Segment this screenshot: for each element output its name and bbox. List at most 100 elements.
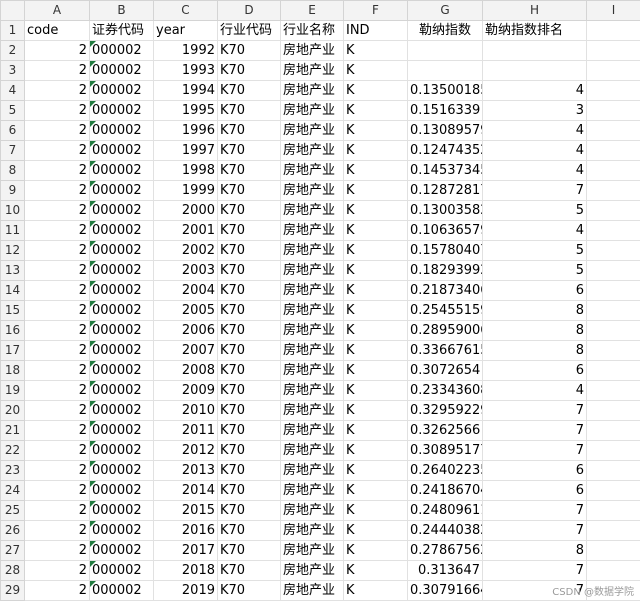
cell[interactable]: K70 (217, 180, 281, 201)
cell[interactable]: 000002 (89, 300, 154, 321)
cell[interactable]: 房地产业 (280, 520, 344, 541)
cell[interactable]: 000002 (89, 440, 154, 461)
cell[interactable]: 2 (24, 400, 90, 421)
cell[interactable]: 2 (24, 100, 90, 121)
cell[interactable] (586, 60, 640, 81)
cell[interactable]: 2 (24, 240, 90, 261)
cell[interactable]: code (24, 20, 90, 41)
column-header-a[interactable]: A (24, 0, 90, 21)
cell[interactable]: K (343, 240, 408, 261)
cell[interactable]: 2 (24, 160, 90, 181)
cell[interactable]: 1992 (153, 40, 218, 61)
cell[interactable]: 7 (482, 440, 587, 461)
cell[interactable]: K (343, 180, 408, 201)
cell[interactable]: 2 (24, 180, 90, 201)
row-header[interactable]: 27 (0, 540, 25, 561)
cell[interactable]: K70 (217, 200, 281, 221)
cell[interactable]: 000002 (89, 380, 154, 401)
cell[interactable]: K (343, 520, 408, 541)
cell[interactable]: 2 (24, 340, 90, 361)
cell[interactable]: 000002 (89, 540, 154, 561)
cell[interactable]: K70 (217, 380, 281, 401)
cell[interactable]: 2011 (153, 420, 218, 441)
cell[interactable]: 房地产业 (280, 480, 344, 501)
cell[interactable]: 行业名称 (280, 20, 344, 41)
cell[interactable]: 000002 (89, 60, 154, 81)
cell[interactable]: K (343, 60, 408, 81)
cell[interactable]: 6 (482, 480, 587, 501)
cell[interactable]: 房地产业 (280, 360, 344, 381)
row-header[interactable]: 23 (0, 460, 25, 481)
cell[interactable]: K70 (217, 440, 281, 461)
cell[interactable]: 0.24809611 (407, 500, 483, 521)
cell[interactable]: 8 (482, 300, 587, 321)
cell[interactable]: 行业代码 (217, 20, 281, 41)
cell[interactable]: K (343, 300, 408, 321)
cell[interactable]: 房地产业 (280, 560, 344, 581)
row-header[interactable]: 12 (0, 240, 25, 261)
row-header[interactable]: 9 (0, 180, 25, 201)
cell[interactable]: K (343, 420, 408, 441)
cell[interactable]: 2 (24, 120, 90, 141)
cell[interactable]: 000002 (89, 460, 154, 481)
cell[interactable]: 7 (482, 500, 587, 521)
cell[interactable]: K (343, 220, 408, 241)
cell[interactable]: 0.28959006 (407, 320, 483, 341)
cell[interactable]: 2001 (153, 220, 218, 241)
row-header[interactable]: 28 (0, 560, 25, 581)
column-header-h[interactable]: H (482, 0, 587, 21)
cell[interactable]: K (343, 120, 408, 141)
cell[interactable]: 7 (482, 560, 587, 581)
cell[interactable]: 2000 (153, 200, 218, 221)
cell[interactable]: 房地产业 (280, 60, 344, 81)
cell[interactable]: K (343, 400, 408, 421)
cell[interactable]: 房地产业 (280, 200, 344, 221)
cell[interactable]: 7 (482, 420, 587, 441)
cell[interactable]: 000002 (89, 40, 154, 61)
cell[interactable] (586, 380, 640, 401)
cell[interactable] (586, 300, 640, 321)
cell[interactable]: 000002 (89, 120, 154, 141)
cell[interactable]: 房地产业 (280, 340, 344, 361)
cell[interactable] (586, 260, 640, 281)
cell[interactable]: 0.3072654 (407, 360, 483, 381)
cell[interactable]: 5 (482, 260, 587, 281)
cell[interactable]: 房地产业 (280, 160, 344, 181)
cell[interactable]: 2 (24, 40, 90, 61)
cell[interactable]: 2 (24, 580, 90, 601)
cell[interactable] (586, 240, 640, 261)
cell[interactable]: K70 (217, 280, 281, 301)
cell[interactable]: 2003 (153, 260, 218, 281)
select-all-corner[interactable] (0, 0, 25, 21)
cell[interactable]: K (343, 540, 408, 561)
cell[interactable]: K (343, 360, 408, 381)
cell[interactable]: 000002 (89, 560, 154, 581)
cell[interactable]: 0.30791664 (407, 580, 483, 601)
cell[interactable]: 8 (482, 540, 587, 561)
cell[interactable]: 2 (24, 440, 90, 461)
cell[interactable] (586, 520, 640, 541)
cell[interactable]: 房地产业 (280, 380, 344, 401)
cell[interactable]: K (343, 200, 408, 221)
cell[interactable]: 2 (24, 420, 90, 441)
cell[interactable]: K70 (217, 100, 281, 121)
cell[interactable]: 2 (24, 380, 90, 401)
cell[interactable] (407, 40, 483, 61)
cell[interactable]: 000002 (89, 160, 154, 181)
cell[interactable]: K (343, 440, 408, 461)
cell[interactable]: K70 (217, 260, 281, 281)
cell[interactable]: K70 (217, 520, 281, 541)
cell[interactable]: 2013 (153, 460, 218, 481)
cell[interactable] (407, 60, 483, 81)
row-header[interactable]: 6 (0, 120, 25, 141)
row-header[interactable]: 15 (0, 300, 25, 321)
cell[interactable]: 000002 (89, 100, 154, 121)
cell[interactable]: 房地产业 (280, 80, 344, 101)
row-header[interactable]: 14 (0, 280, 25, 301)
cell[interactable]: 0.32959229 (407, 400, 483, 421)
cell[interactable]: 2009 (153, 380, 218, 401)
cell[interactable]: K70 (217, 400, 281, 421)
cell[interactable]: 000002 (89, 140, 154, 161)
cell[interactable]: K70 (217, 560, 281, 581)
cell[interactable]: 0.25455159 (407, 300, 483, 321)
